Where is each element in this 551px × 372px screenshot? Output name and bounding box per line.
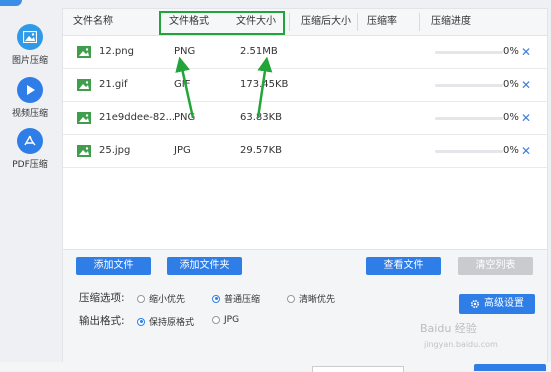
column-header-ratio: 压缩率 xyxy=(367,16,397,27)
file-size: 63.83KB xyxy=(240,112,283,123)
radio-label: JPG xyxy=(224,315,240,325)
table-row[interactable]: 12.png PNG 2.51MB 0% ✕ xyxy=(63,36,547,69)
column-header-compressed-size: 压缩后大小 xyxy=(301,16,351,27)
image-file-icon xyxy=(77,79,91,91)
sidebar-item-pdf-compress[interactable]: PDF压缩 xyxy=(0,128,60,170)
column-header-name: 文件名称 xyxy=(73,16,113,27)
remove-file-button[interactable]: ✕ xyxy=(521,69,531,101)
remove-file-button[interactable]: ✕ xyxy=(521,36,531,68)
progress-percent: 0% xyxy=(503,145,519,156)
file-name: 25.jpg xyxy=(99,145,131,156)
table-row[interactable]: 25.jpg JPG 29.57KB 0% ✕ xyxy=(63,135,547,168)
clear-list-button[interactable]: 清空列表 xyxy=(458,257,533,275)
watermark-url: jingyan.baidu.com xyxy=(424,340,498,349)
table-row[interactable]: 21.gif GIF 173.45KB 0% ✕ xyxy=(63,69,547,102)
progress-bar xyxy=(435,117,503,120)
radio-keep-format[interactable]: 保持原格式 xyxy=(137,315,194,328)
progress-percent: 0% xyxy=(503,79,519,90)
file-size: 29.57KB xyxy=(240,145,283,156)
add-file-button[interactable]: 添加文件 xyxy=(76,257,151,275)
radio-clarity-priority[interactable]: 清晰优先 xyxy=(287,292,335,305)
play-icon xyxy=(17,77,43,103)
advanced-settings-button[interactable]: 高级设置 xyxy=(459,294,535,314)
file-format: JPG xyxy=(174,145,191,156)
column-header-progress: 压缩进度 xyxy=(431,16,471,27)
radio-normal-compress[interactable]: 普通压缩 xyxy=(212,292,260,305)
image-file-icon xyxy=(77,46,91,58)
radio-indicator xyxy=(212,294,220,303)
image-file-icon xyxy=(77,145,91,157)
annotation-highlight-box xyxy=(159,11,285,35)
sidebar-item-video-compress[interactable]: 视频压缩 xyxy=(0,77,60,119)
output-format-label: 输出格式: xyxy=(79,315,125,327)
file-format: GIF xyxy=(174,79,191,90)
gear-icon xyxy=(470,299,480,309)
file-name: 21.gif xyxy=(99,79,128,90)
file-format: PNG xyxy=(174,112,196,123)
column-divider xyxy=(289,13,290,31)
table-header: 文件名称 文件格式 文件大小 压缩后大小 压缩率 压缩进度 xyxy=(63,9,547,36)
compression-options-label: 压缩选项: xyxy=(79,292,125,304)
radio-label: 普通压缩 xyxy=(224,295,261,305)
file-list-panel: 文件名称 文件格式 文件大小 压缩后大小 压缩率 压缩进度 12.png PNG… xyxy=(62,8,548,362)
sidebar-item-label: 图片压缩 xyxy=(11,56,48,66)
file-format: PNG xyxy=(174,46,196,57)
image-icon xyxy=(17,24,43,50)
file-name: 21e9ddee-82... xyxy=(99,112,176,123)
radio-label: 清晰优先 xyxy=(299,295,336,305)
sidebar-item-image-compress[interactable]: 图片压缩 xyxy=(0,24,60,66)
app-logo xyxy=(0,0,22,6)
watermark: Baidu 经验 xyxy=(420,322,477,335)
progress-bar xyxy=(435,84,503,87)
progress-bar xyxy=(435,150,503,153)
remove-file-button[interactable]: ✕ xyxy=(521,135,531,167)
advanced-settings-label: 高级设置 xyxy=(484,298,524,309)
file-size: 2.51MB xyxy=(240,46,278,57)
radio-indicator xyxy=(137,294,145,303)
radio-jpg[interactable]: JPG xyxy=(212,315,239,325)
table-row[interactable]: 21e9ddee-82... PNG 63.83KB 0% ✕ xyxy=(63,102,547,135)
progress-bar xyxy=(435,51,503,54)
column-divider xyxy=(357,13,358,31)
sidebar-item-label: PDF压缩 xyxy=(12,160,48,170)
view-file-button[interactable]: 查看文件 xyxy=(366,257,441,275)
radio-indicator xyxy=(137,317,145,326)
radio-label: 缩小优先 xyxy=(149,295,186,305)
add-folder-button[interactable]: 添加文件夹 xyxy=(167,257,242,275)
pdf-icon xyxy=(17,128,43,154)
bottom-secondary-button[interactable] xyxy=(312,366,404,372)
file-size: 173.45KB xyxy=(240,79,289,90)
bottom-bar xyxy=(0,362,551,371)
column-divider xyxy=(419,13,420,31)
file-name: 12.png xyxy=(99,46,134,57)
sidebar-item-label: 视频压缩 xyxy=(11,109,48,119)
radio-shrink-priority[interactable]: 缩小优先 xyxy=(137,292,185,305)
bottom-primary-button[interactable] xyxy=(474,364,546,371)
radio-label: 保持原格式 xyxy=(149,318,195,328)
radio-indicator xyxy=(212,316,220,324)
progress-percent: 0% xyxy=(503,112,519,123)
radio-indicator xyxy=(287,294,295,303)
sidebar: 图片压缩 视频压缩 PDF压缩 xyxy=(0,0,60,371)
progress-percent: 0% xyxy=(503,46,519,57)
image-file-icon xyxy=(77,112,91,124)
remove-file-button[interactable]: ✕ xyxy=(521,102,531,134)
